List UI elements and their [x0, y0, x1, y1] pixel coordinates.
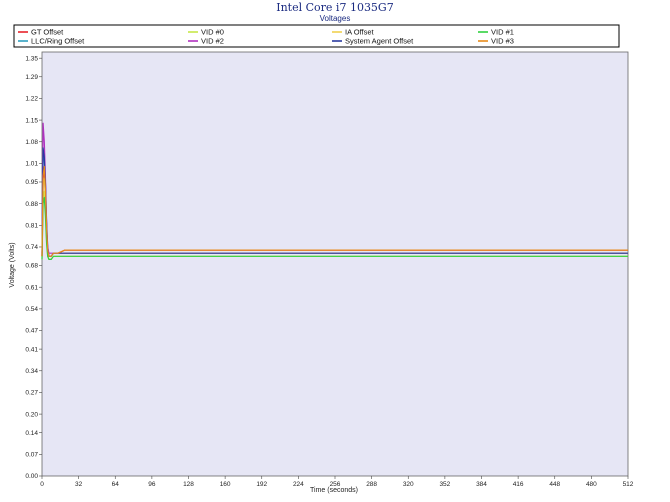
legend-label: VID #0 [201, 28, 224, 37]
x-tick-label: 352 [439, 481, 450, 488]
y-tick-label: 0.41 [25, 346, 38, 353]
y-tick-label: 1.29 [25, 74, 38, 81]
y-tick-label: 0.47 [25, 328, 38, 335]
y-tick-label: 0.27 [25, 390, 38, 397]
x-tick-label: 128 [183, 481, 194, 488]
legend-label: System Agent Offset [345, 37, 414, 46]
x-tick-label: 320 [403, 481, 414, 488]
y-tick-label: 1.15 [25, 117, 38, 124]
x-tick-label: 224 [293, 481, 304, 488]
voltage-chart: Intel Core i7 1035G7 Voltages GT OffsetL… [0, 0, 670, 502]
y-tick-label: 0.95 [25, 179, 38, 186]
plot-area [41, 51, 629, 477]
legend-label: VID #1 [491, 28, 514, 37]
legend-label: VID #2 [201, 37, 224, 46]
y-tick-label: 1.01 [25, 161, 38, 168]
chart-subtitle: Voltages [320, 14, 351, 23]
y-tick-label: 0.61 [25, 284, 38, 291]
x-tick-label: 288 [366, 481, 377, 488]
x-tick-label: 32 [75, 481, 83, 488]
x-tick-label: 512 [623, 481, 634, 488]
x-tick-label: 160 [220, 481, 231, 488]
x-tick-label: 64 [112, 481, 120, 488]
y-tick-label: 1.08 [25, 139, 38, 146]
y-tick-label: 0.81 [25, 223, 38, 230]
x-tick-label: 480 [586, 481, 597, 488]
y-tick-label: 0.07 [25, 452, 38, 459]
x-tick-label: 448 [549, 481, 560, 488]
y-tick-label: 0.00 [25, 473, 38, 480]
legend-box [13, 24, 620, 48]
y-tick-label: 0.20 [25, 411, 38, 418]
y-tick-label: 0.74 [25, 244, 38, 251]
legend-label: IA Offset [345, 28, 375, 37]
y-tick-label: 1.22 [25, 96, 38, 103]
legend-label: GT Offset [31, 28, 64, 37]
legend-label: LLC/Ring Offset [31, 37, 85, 46]
y-tick-label: 0.14 [25, 430, 38, 437]
y-tick-label: 0.88 [25, 201, 38, 208]
y-tick-label: 0.54 [25, 306, 38, 313]
y-tick-label: 0.68 [25, 263, 38, 270]
x-tick-label: 384 [476, 481, 487, 488]
legend-label: VID #3 [491, 37, 514, 46]
x-tick-label: 96 [148, 481, 156, 488]
chart-title: Intel Core i7 1035G7 [276, 1, 393, 14]
y-tick-label: 0.34 [25, 368, 38, 375]
x-tick-label: 416 [513, 481, 524, 488]
x-axis-label: Time (seconds) [310, 487, 358, 494]
y-axis-label: Voltage (Volts) [9, 242, 16, 287]
x-tick-label: 192 [256, 481, 267, 488]
y-tick-label: 1.35 [25, 55, 38, 62]
x-tick-label: 0 [40, 481, 44, 488]
